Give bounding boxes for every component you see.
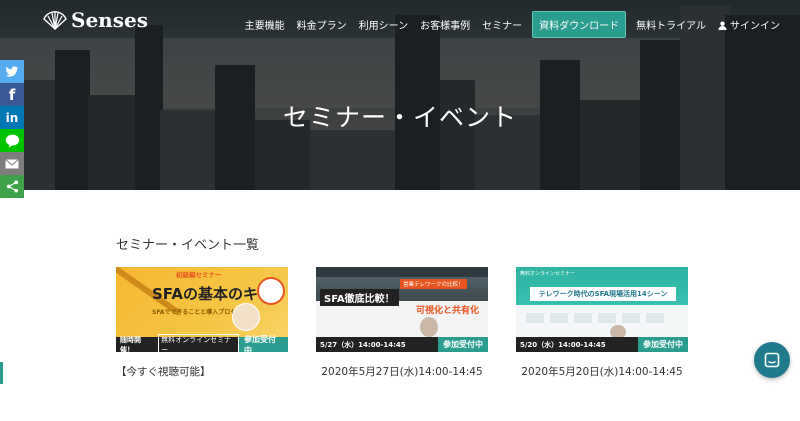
seminar-thumbnail[interactable]: 営業テレワークの比較！ SFA徹底比較！ 可視化と共有化 5/27（水）14:0… (316, 267, 488, 352)
more-share-button[interactable] (0, 175, 24, 198)
chat-icon (764, 352, 780, 368)
thumb-headline: テレワーク時代のSFA現場活用14シーン (530, 287, 676, 301)
seminar-card[interactable]: 営業テレワークの比較！ SFA徹底比較！ 可視化と共有化 5/27（水）14:0… (316, 267, 488, 379)
main-nav: 主要機能 料金プラン 利用シーン お客様事例 セミナー 資料ダウンロード 無料ト… (239, 11, 786, 38)
seminar-card[interactable]: 初級編セミナー SFAの基本のキ SFAでできることと導入プロセス 随時開催！ … (116, 267, 288, 379)
facebook-share-button[interactable]: f (0, 83, 24, 106)
thumb-tag: 無料オンラインセミナー (520, 271, 576, 277)
linkedin-share-button[interactable]: in (0, 106, 24, 129)
logo-text: Senses (71, 8, 148, 32)
site-header: Senses 主要機能 料金プラン 利用シーン お客様事例 セミナー 資料ダウン… (0, 0, 800, 40)
thumb-tag: 営業テレワークの比較！ (400, 279, 467, 289)
share-bar: f in (0, 60, 24, 198)
speaker-photo (420, 317, 438, 337)
side-feedback-tab[interactable] (0, 362, 3, 384)
thumb-badge-mid: 無料オンラインセミナー (158, 333, 240, 352)
thumb-headline: SFAの基本のキ (152, 285, 258, 303)
thumb-sub: SFAでできることと導入プロセス (152, 309, 243, 316)
thumb-tag: 初級編セミナー (176, 271, 222, 279)
download-docs-button[interactable]: 資料ダウンロード (532, 11, 627, 38)
thumb-badge-right: 参加受付中 (438, 337, 488, 352)
nav-customers[interactable]: お客様事例 (414, 17, 476, 32)
user-icon (718, 21, 727, 30)
thumb-sub: 可視化と共有化 (416, 306, 480, 316)
mail-icon (5, 158, 19, 168)
twitter-icon (5, 65, 19, 77)
section-title: セミナー・イベント一覧 (116, 238, 260, 253)
seminar-thumbnail[interactable]: 無料オンラインセミナー テレワーク時代のSFA現場活用14シーン 5/20（水）… (516, 267, 688, 352)
seminar-thumbnail[interactable]: 初級編セミナー SFAの基本のキ SFAでできることと導入プロセス 随時開催！ … (116, 267, 288, 352)
share-more-icon (6, 180, 18, 193)
nav-pricing[interactable]: 料金プラン (291, 17, 353, 32)
twitter-share-button[interactable] (0, 60, 24, 83)
line-icon (5, 134, 19, 148)
linkedin-icon: in (5, 110, 19, 125)
thumb-badge-right: 参加受付中 (239, 335, 288, 352)
nav-use-cases[interactable]: 利用シーン (353, 17, 415, 32)
nav-free-trial[interactable]: 無料トライアル (630, 17, 712, 32)
thumb-badge-left: 随時開催！ (120, 335, 141, 353)
email-share-button[interactable] (0, 152, 24, 175)
seminar-caption[interactable]: 2020年5月27日(水)14:00-14:45 (316, 364, 488, 379)
signin-label: サインイン (730, 21, 780, 32)
seminar-caption[interactable]: 【今すぐ視聴可能】 (116, 364, 288, 379)
seminar-card[interactable]: 無料オンラインセミナー テレワーク時代のSFA現場活用14シーン 5/20（水）… (516, 267, 688, 379)
facebook-icon: f (8, 85, 16, 104)
thumb-date: 5/27（水）14:00-14:45 (320, 340, 406, 349)
thumb-date: 5/20（水）14:00-14:45 (520, 340, 606, 349)
seminar-caption[interactable]: 2020年5月20日(水)14:00-14:45 (516, 364, 688, 379)
chat-widget-button[interactable] (754, 342, 790, 378)
logo[interactable]: Senses (43, 8, 148, 32)
thumb-headline: SFA徹底比較！ (320, 289, 399, 306)
logo-fan-icon (43, 11, 67, 30)
nav-features[interactable]: 主要機能 (239, 17, 291, 32)
nav-seminars[interactable]: セミナー (476, 17, 528, 32)
nav-signin[interactable]: サインイン (712, 17, 786, 32)
page-title: セミナー・イベント (282, 103, 517, 132)
line-share-button[interactable] (0, 129, 24, 152)
thumb-badge-right: 参加受付中 (638, 337, 688, 352)
speaker-photo (232, 303, 260, 331)
